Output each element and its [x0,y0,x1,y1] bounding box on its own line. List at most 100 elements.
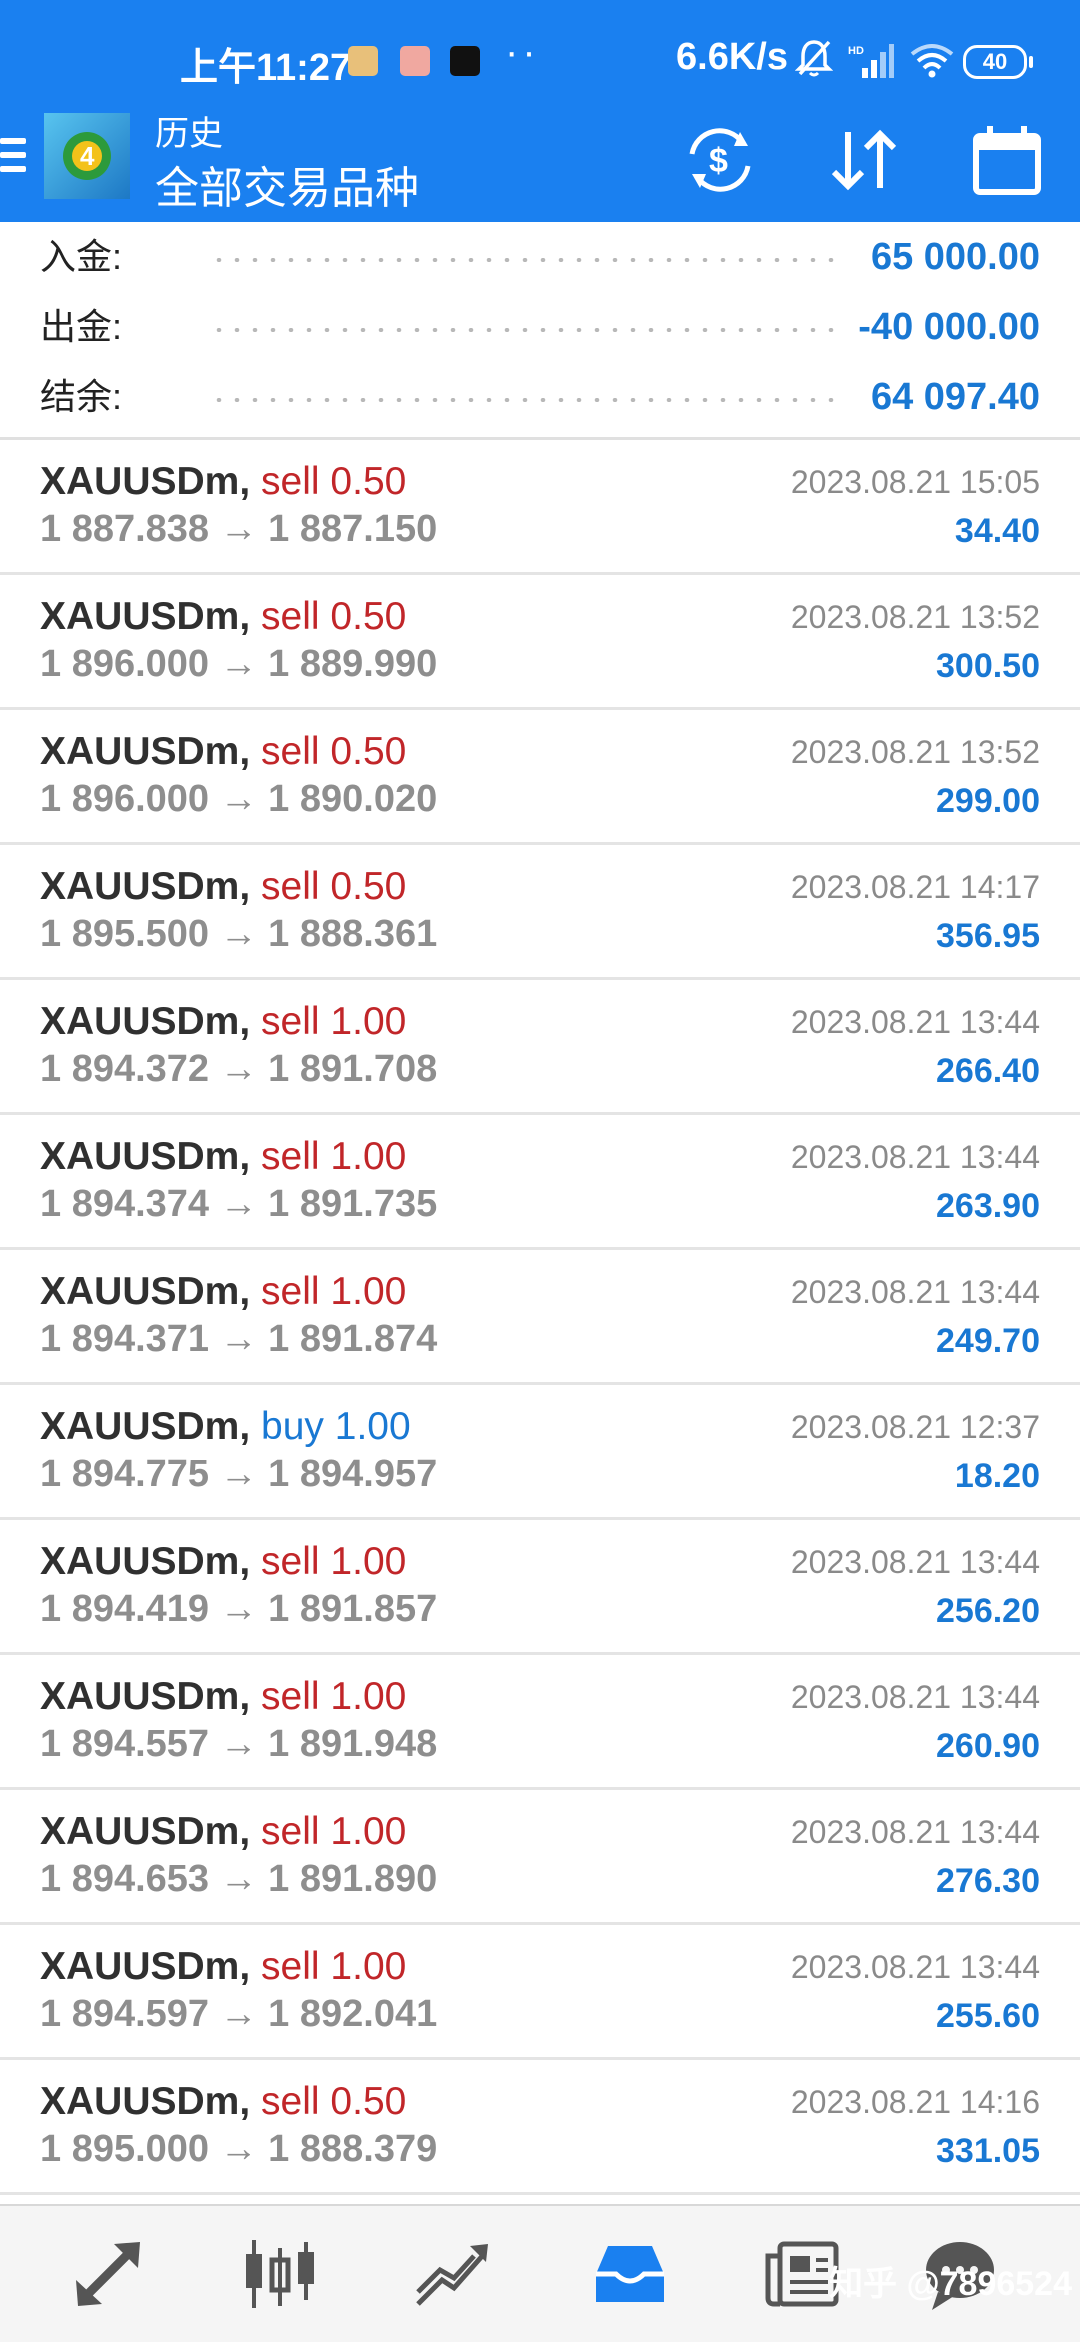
summary-value: 64 097.40 [870,376,1040,418]
status-time: 上午11:27 [180,47,352,89]
summary-label: 结余: [40,376,123,417]
network-speed: 6.6K/s [676,36,788,78]
symbol-name: XAUUSDm, [40,1945,251,1988]
nav-history-icon[interactable] [590,2234,670,2314]
top-app-bar: 上午11:27 ·· 6.6K/s HD 40 4 历史 全部交易品种 $ [0,0,1080,222]
trade-symbol: XAUUSDm, sell 1.00 [40,1270,406,1314]
trade-profit: 18.20 [954,1457,1040,1495]
trade-time: 2023.08.21 13:44 [790,1274,1040,1310]
symbol-name: XAUUSDm, [40,1000,251,1043]
trade-prices: 1 894.419 → 1 891.857 [40,1588,438,1630]
trade-side: sell 1.00 [261,1810,406,1853]
trade-profit: 266.40 [936,1052,1040,1090]
dotted-leader [210,398,840,402]
trade-prices: 1 896.000 → 1 890.020 [40,778,438,820]
summary-value: 65 000.00 [870,236,1040,278]
trade-symbol: XAUUSDm, sell 0.50 [40,2080,406,2124]
trade-profit: 34.40 [954,512,1040,550]
dotted-leader [210,328,840,332]
sort-icon[interactable] [826,124,902,196]
trade-prices: 1 894.371 → 1 891.874 [40,1318,438,1360]
volume: 1.00 [330,1540,407,1583]
trade-symbol: XAUUSDm, sell 1.00 [40,1810,406,1854]
svg-text:$: $ [709,142,728,180]
currency-exchange-icon[interactable]: $ [682,124,758,196]
trade-prices: 1 894.653 → 1 891.890 [40,1858,438,1900]
trade-prices: 1 894.372 → 1 891.708 [40,1048,438,1090]
trade-prices: 1 896.000 → 1 889.990 [40,643,438,685]
trade-time: 2023.08.21 13:44 [790,1814,1040,1850]
symbol-name: XAUUSDm, [40,1270,251,1313]
trade-row[interactable]: XAUUSDm, sell 1.00 1 894.372 → 1 891.708 2… [0,980,1080,1115]
symbol-name: XAUUSDm, [40,1540,251,1583]
side-label: sell [261,2080,320,2123]
trade-profit: 331.05 [936,2132,1040,2170]
trade-side: sell 1.00 [261,1135,406,1178]
symbol-name: XAUUSDm, [40,865,251,908]
app-notification-icon [400,46,430,76]
calendar-icon[interactable] [970,124,1046,196]
trade-row[interactable]: XAUUSDm, sell 1.00 1 894.371 → 1 891.874 2… [0,1250,1080,1385]
trade-prices: 1 895.000 → 1 888.379 [40,2128,438,2170]
trade-side: sell 0.50 [261,730,406,773]
side-label: sell [261,1810,320,1853]
menu-icon[interactable] [0,138,26,180]
trade-profit: 249.70 [936,1322,1040,1360]
trade-row[interactable]: XAUUSDm, sell 1.00 1 894.374 → 1 891.735 2… [0,1115,1080,1250]
trade-profit: 356.95 [936,917,1040,955]
nav-chart-icon[interactable] [240,2234,320,2314]
symbol-name: XAUUSDm, [40,1405,251,1448]
nav-trade-icon[interactable] [68,2234,148,2314]
trade-history-list[interactable]: XAUUSDm, sell 0.50 1 887.838 → 1 887.150 2… [0,440,1080,2195]
trade-symbol: XAUUSDm, sell 1.00 [40,1135,406,1179]
side-label: sell [261,1000,320,1043]
volume: 1.00 [330,1675,407,1718]
trade-side: sell 1.00 [261,1270,406,1313]
summary-row-withdrawal: 出金: -40 000.00 [0,292,1080,362]
trade-time: 2023.08.21 12:37 [790,1409,1040,1445]
trade-symbol: XAUUSDm, sell 1.00 [40,1945,406,1989]
volume: 1.00 [334,1405,411,1448]
trade-profit: 299.00 [936,782,1040,820]
trade-profit: 276.30 [936,1862,1040,1900]
svg-text:4: 4 [80,141,95,171]
trade-profit: 255.60 [936,1997,1040,2035]
trade-row[interactable]: XAUUSDm, sell 0.50 1 896.000 → 1 889.990 2… [0,575,1080,710]
volume: 1.00 [330,1810,407,1853]
trade-time: 2023.08.21 13:44 [790,1679,1040,1715]
summary-label: 入金: [40,236,123,277]
trade-side: sell 1.00 [261,1540,406,1583]
trade-row[interactable]: XAUUSDm, sell 1.00 1 894.597 → 1 892.041 2… [0,1925,1080,2060]
trade-row[interactable]: XAUUSDm, sell 0.50 1 896.000 → 1 890.020 2… [0,710,1080,845]
trade-row[interactable]: XAUUSDm, sell 0.50 1 895.000 → 1 888.379 2… [0,2060,1080,2195]
trade-symbol: XAUUSDm, buy 1.00 [40,1405,411,1449]
bottom-navigation: 知乎 @7896524 [0,2204,1080,2342]
nav-quotes-icon[interactable] [412,2234,492,2314]
side-label: sell [261,730,320,773]
trade-row[interactable]: XAUUSDm, sell 1.00 1 894.557 → 1 891.948 2… [0,1655,1080,1790]
account-summary: 入金: 65 000.00 出金: -40 000.00 结余: 64 097.… [0,222,1080,440]
trade-row[interactable]: XAUUSDm, sell 0.50 1 895.500 → 1 888.361 2… [0,845,1080,980]
side-label: buy [261,1405,324,1448]
volume: 0.50 [330,460,407,503]
summary-row-balance: 结余: 64 097.40 [0,362,1080,432]
dotted-leader [210,258,840,262]
trade-row[interactable]: XAUUSDm, sell 0.50 1 887.838 → 1 887.150 2… [0,440,1080,575]
page-subtitle: 历史 [155,115,223,153]
side-label: sell [261,1945,320,1988]
trade-row[interactable]: XAUUSDm, sell 1.00 1 894.419 → 1 891.857 2… [0,1520,1080,1655]
trade-prices: 1 894.597 → 1 892.041 [40,1993,438,2035]
mt4-logo: 4 [44,113,130,199]
page-title[interactable]: 全部交易品种 [155,152,419,216]
trade-prices: 1 894.775 → 1 894.957 [40,1453,438,1495]
trade-symbol: XAUUSDm, sell 0.50 [40,730,406,774]
battery-icon: 40 [963,45,1033,79]
symbol-name: XAUUSDm, [40,2080,251,2123]
trade-time: 2023.08.21 13:44 [790,1949,1040,1985]
trade-row[interactable]: XAUUSDm, sell 1.00 1 894.653 → 1 891.890 2… [0,1790,1080,1925]
trade-time: 2023.08.21 13:44 [790,1004,1040,1040]
summary-label: 出金: [40,306,123,347]
volume: 1.00 [330,1000,407,1043]
trade-row[interactable]: XAUUSDm, buy 1.00 1 894.775 → 1 894.957 20… [0,1385,1080,1520]
trade-prices: 1 894.374 → 1 891.735 [40,1183,438,1225]
